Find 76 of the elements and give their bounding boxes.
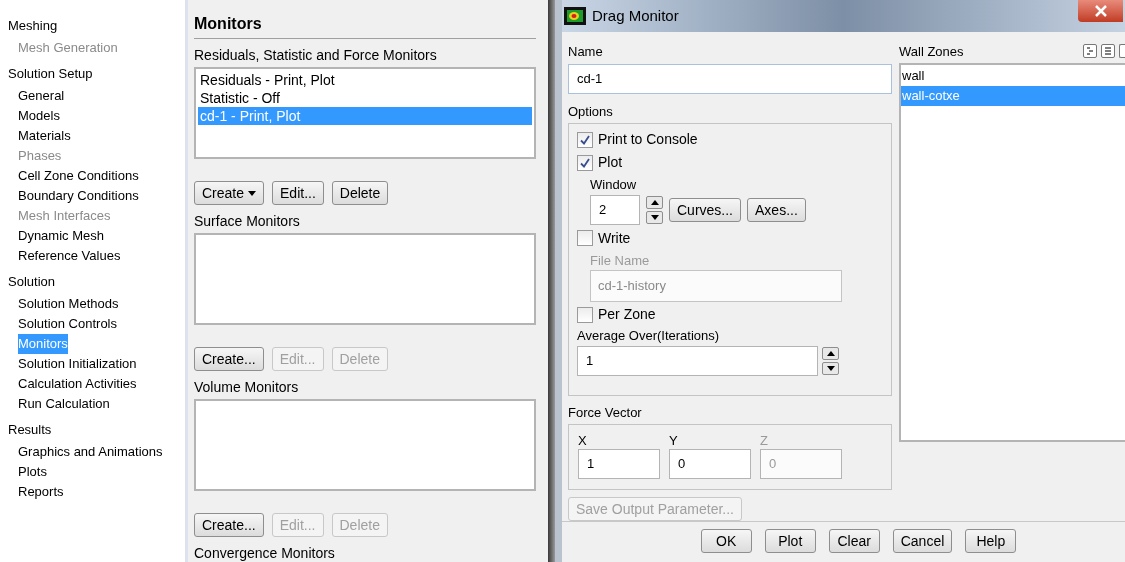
tree-item[interactable]: Graphics and Animations: [18, 442, 163, 462]
checkbox[interactable]: [577, 230, 593, 247]
tree-item[interactable]: Run Calculation: [18, 394, 110, 414]
field-label: Wall Zones: [899, 42, 964, 61]
section-label: Convergence Monitors: [194, 545, 336, 561]
dialog-button[interactable]: Help: [965, 528, 1017, 553]
tree-item[interactable]: Models: [18, 106, 60, 126]
checkbox-label: Print to Console: [598, 130, 698, 150]
group-label: Force Vector: [568, 404, 643, 423]
list-item[interactable]: wall: [901, 66, 1125, 87]
vector-field[interactable]: 0: [669, 448, 751, 479]
tree-category[interactable]: Solution Setup: [8, 64, 93, 84]
checkbox-label: Per Zone: [598, 305, 656, 325]
axes-button[interactable]: Axes...: [747, 197, 806, 222]
spin-up-icon[interactable]: [822, 346, 839, 360]
field-label: Window: [590, 176, 638, 195]
tree-category[interactable]: Results: [8, 420, 52, 440]
checkbox[interactable]: [577, 154, 593, 171]
checkbox[interactable]: [577, 131, 593, 148]
name-field[interactable]: cd-1: [568, 63, 892, 94]
tree-category[interactable]: Meshing: [8, 16, 58, 36]
dialog-button[interactable]: Plot: [764, 528, 816, 553]
dialog-button[interactable]: Clear: [828, 528, 880, 553]
app-icon: [564, 7, 586, 26]
tree-item[interactable]: Reference Values: [18, 246, 121, 266]
vector-field[interactable]: 1: [578, 448, 660, 479]
checkbox-label: Write: [598, 228, 631, 248]
monitor-button[interactable]: Delete: [331, 181, 389, 205]
tree-item[interactable]: Solution Methods: [18, 294, 119, 314]
tree-item[interactable]: General: [18, 86, 65, 106]
checkbox-label: Plot: [598, 153, 623, 173]
spin-up-icon[interactable]: [646, 195, 663, 209]
field-label: Z: [760, 432, 769, 449]
list-icon[interactable]: [1119, 44, 1125, 59]
field-label: Average Over(Iterations): [577, 327, 721, 346]
dialog-title: Drag Monitor: [592, 5, 679, 26]
section-label: Volume Monitors: [194, 379, 300, 395]
section-label: Surface Monitors: [194, 213, 301, 229]
field-label: Y: [669, 432, 679, 449]
tree-item[interactable]: Dynamic Mesh: [18, 226, 104, 246]
tree-item[interactable]: Calculation Activities: [18, 374, 137, 394]
tree-item[interactable]: Plots: [18, 462, 47, 482]
checkbox[interactable]: [577, 306, 593, 323]
list-item[interactable]: Statistic - Off: [198, 89, 532, 107]
group-label: Options: [568, 102, 614, 121]
close-icon[interactable]: [1078, 0, 1123, 22]
tree-item[interactable]: Boundary Conditions: [18, 186, 139, 206]
tree-item[interactable]: Cell Zone Conditions: [18, 166, 139, 186]
tree-item[interactable]: Solution Initialization: [18, 354, 137, 374]
list-item[interactable]: Residuals - Print, Plot: [198, 71, 532, 89]
panel-splitter[interactable]: [548, 0, 555, 562]
dialog-button[interactable]: OK: [700, 528, 752, 553]
tree-item[interactable]: Materials: [18, 126, 71, 146]
field-label: Name: [568, 43, 604, 62]
tree-category[interactable]: Solution: [8, 272, 55, 292]
tree-item[interactable]: Solution Controls: [18, 314, 117, 334]
panel-title: Monitors: [194, 15, 262, 32]
monitor-button[interactable]: Create: [194, 181, 265, 205]
select-all-icon[interactable]: [1083, 44, 1097, 59]
monitor-button[interactable]: Edit...: [272, 181, 324, 205]
list-icon[interactable]: [1101, 44, 1115, 59]
wall-zones-list[interactable]: wall wall-cotxe: [899, 63, 1125, 443]
caret-icon: [248, 190, 257, 196]
monitor-button[interactable]: Create...: [194, 347, 264, 371]
monitor-list[interactable]: Residuals - Print, Plot Statistic - Off cd-1 - Print, Plot: [194, 67, 536, 159]
tree-item[interactable]: Reports: [18, 482, 64, 502]
section-label: Residuals, Statistic and Force Monitors: [194, 47, 438, 63]
spin-down-icon[interactable]: [822, 361, 839, 375]
curves-button[interactable]: Curves...: [669, 197, 741, 222]
field-label: X: [578, 432, 588, 449]
field-label: File Name: [590, 251, 651, 270]
average-field[interactable]: 1: [577, 345, 818, 376]
monitor-button[interactable]: Create...: [194, 513, 264, 537]
window-field[interactable]: 2: [590, 194, 640, 225]
spin-down-icon[interactable]: [646, 210, 663, 224]
dialog-button[interactable]: Cancel: [892, 528, 953, 553]
